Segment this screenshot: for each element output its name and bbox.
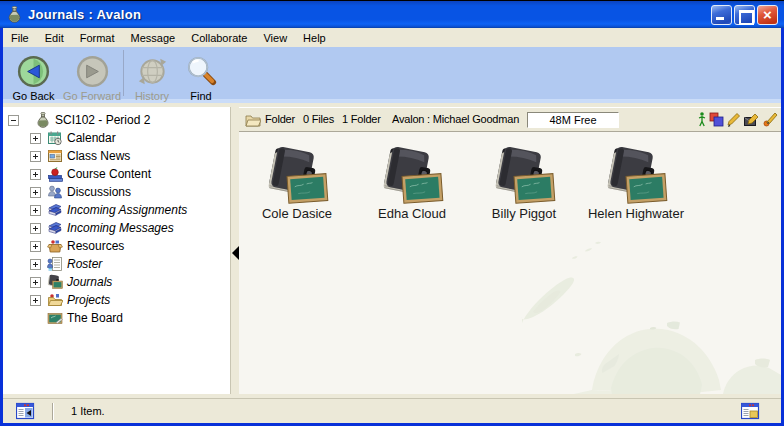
compose-icon[interactable] [744,112,760,127]
layers-icon[interactable] [709,112,724,127]
folder-info-bar: Folder 0 Files 1 Folder Avalon : Michael… [239,107,781,132]
tree-item-resources[interactable]: Resources [3,237,230,255]
tree-item-the-board[interactable]: The Board [3,309,230,327]
minimize-button[interactable] [711,5,732,25]
tree-item-class-news[interactable]: Class News [3,147,230,165]
pencil-icon[interactable] [727,112,741,127]
history-icon [135,54,170,89]
resources-icon [47,238,63,254]
pen-icon[interactable] [763,112,778,127]
journal-item-billy[interactable]: Billy Piggot [468,146,580,221]
menu-bar: File Edit Format Message Collaborate Vie… [3,28,781,47]
map-watermark [471,224,781,394]
tree-item-course-content[interactable]: Course Content [3,165,230,183]
maximize-button[interactable] [734,5,755,25]
go-forward-button[interactable]: Go Forward [61,47,123,102]
expand-toggle[interactable] [30,151,41,162]
incoming-messages-icon [47,220,63,236]
owner-label: Avalon : Michael Goodman [392,108,519,131]
menu-message[interactable]: Message [123,28,184,47]
tree-item-roster[interactable]: Roster [3,255,230,273]
journal-item-edha[interactable]: Edha Cloud [356,146,468,221]
journal-view-icon [16,402,36,420]
menu-help[interactable]: Help [295,28,334,47]
view-mode-icon[interactable] [741,402,761,420]
journal-book-icon [492,146,556,204]
status-separator [52,403,53,420]
go-forward-icon [75,54,110,89]
news-icon [47,148,63,164]
app-flask-icon [6,6,23,23]
menu-format[interactable]: Format [72,28,123,47]
free-space-indicator: 48M Free [527,112,619,128]
folder-contents: Cole Dasice Edha Cloud Billy Piggot Hele… [239,132,781,394]
board-icon [47,310,63,326]
history-button[interactable]: History [124,47,180,102]
expand-toggle[interactable] [30,133,41,144]
toolbar: Go Back Go Forward History Find [3,47,781,103]
calendar-icon [47,130,63,146]
find-icon [184,54,219,89]
files-count: 0 Files [303,108,334,131]
flask-icon [35,112,51,128]
roster-icon [47,256,63,272]
app-window: Journals : Avalon × File Edit Format Mes… [0,0,784,426]
projects-icon [47,292,63,308]
expand-toggle[interactable] [30,223,41,234]
journals-icon [47,274,63,290]
menu-collaborate[interactable]: Collaborate [183,28,255,47]
expand-toggle[interactable] [30,259,41,270]
expand-toggle[interactable] [30,241,41,252]
expand-toggle[interactable] [30,295,41,306]
expand-toggle[interactable] [30,277,41,288]
tree-item-incoming-messages[interactable]: Incoming Messages [3,219,230,237]
tree-item-journals[interactable]: Journals [3,273,230,291]
folder-label: Folder [265,108,295,131]
collapse-toggle[interactable] [8,115,19,126]
expand-toggle[interactable] [30,169,41,180]
folders-count: 1 Folder [342,108,381,131]
expand-toggle[interactable] [30,205,41,216]
journal-book-icon [604,146,668,204]
course-content-icon [47,166,63,182]
course-tree: SCI102 - Period 2 Calendar Class News Co… [3,107,230,394]
person-icon[interactable] [698,112,706,127]
tree-item-root[interactable]: SCI102 - Period 2 [3,111,230,129]
go-back-button[interactable]: Go Back [6,47,61,102]
close-button[interactable]: × [757,5,778,25]
content-pane: Folder 0 Files 1 Folder Avalon : Michael… [239,107,781,394]
tree-item-projects[interactable]: Projects [3,291,230,309]
journal-item-cole[interactable]: Cole Dasice [241,146,353,221]
go-back-icon [16,54,51,89]
title-bar[interactable]: Journals : Avalon × [0,1,784,28]
journal-book-icon [265,146,329,204]
tree-item-incoming-assignments[interactable]: Incoming Assignments [3,201,230,219]
panel-splitter[interactable] [230,107,239,394]
menu-view[interactable]: View [255,28,295,47]
menu-file[interactable]: File [3,28,37,47]
menu-edit[interactable]: Edit [37,28,72,47]
journal-item-helen[interactable]: Helen Highwater [580,146,692,221]
status-text: 1 Item. [71,405,105,417]
incoming-assignments-icon [47,202,63,218]
window-title: Journals : Avalon [28,7,141,22]
tree-item-discussions[interactable]: Discussions [3,183,230,201]
find-button[interactable]: Find [180,47,222,102]
collapse-panel-arrow-icon[interactable] [232,246,239,260]
folder-icon [245,114,261,127]
journal-book-icon [380,146,444,204]
status-bar: 1 Item. [3,398,781,423]
discussions-icon [47,184,63,200]
expand-toggle[interactable] [30,187,41,198]
tree-item-calendar[interactable]: Calendar [3,129,230,147]
